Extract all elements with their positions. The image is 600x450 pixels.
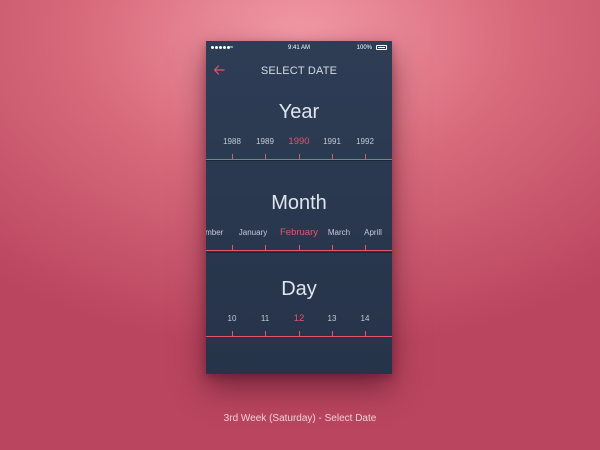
phone-screen: ≈ 9:41 AM 100% SELECT DATE Year 1988 198… <box>206 41 392 374</box>
year-option-selected[interactable]: 1990 <box>288 137 309 147</box>
year-option[interactable]: 1989 <box>256 137 274 147</box>
day-option[interactable]: 13 <box>328 314 337 324</box>
shot-caption: 3rd Week (Saturday) - Select Date <box>223 413 377 424</box>
year-picker: Year 1988 1989 1990 1991 1992 <box>206 93 392 193</box>
year-option[interactable]: 1991 <box>323 137 341 147</box>
status-bar: ≈ 9:41 AM 100% <box>206 41 392 55</box>
page-title: SELECT DATE <box>260 65 338 77</box>
day-option-selected[interactable]: 12 <box>294 314 305 324</box>
battery-percent: 100% <box>356 45 372 51</box>
day-picker: Day 10 11 12 13 14 <box>206 270 392 370</box>
month-option[interactable]: ember <box>206 228 223 238</box>
nav-bar: SELECT DATE <box>206 55 392 87</box>
month-option[interactable]: Aprill <box>364 228 382 238</box>
day-option[interactable]: 10 <box>228 314 237 324</box>
day-option[interactable]: 11 <box>261 314 269 324</box>
section-divider <box>206 252 392 253</box>
month-option[interactable]: March <box>328 228 350 238</box>
month-ruler[interactable] <box>206 250 392 251</box>
day-heading: Day <box>281 278 317 300</box>
month-picker: Month ember January February March April… <box>206 184 392 284</box>
year-heading: Year <box>278 101 320 123</box>
month-heading: Month <box>271 192 327 214</box>
month-option[interactable]: January <box>239 228 267 238</box>
day-labels: 10 11 12 13 14 <box>206 314 392 328</box>
year-labels: 1988 1989 1990 1991 1992 <box>206 137 392 151</box>
year-option[interactable]: 1988 <box>223 137 241 147</box>
day-ruler[interactable] <box>206 336 392 337</box>
month-option-selected[interactable]: February <box>280 228 318 238</box>
battery-icon <box>376 45 387 50</box>
year-option[interactable]: 1992 <box>356 137 374 147</box>
day-option[interactable]: 14 <box>361 314 370 324</box>
month-labels: ember January February March Aprill <box>206 228 392 242</box>
section-divider <box>206 160 392 161</box>
